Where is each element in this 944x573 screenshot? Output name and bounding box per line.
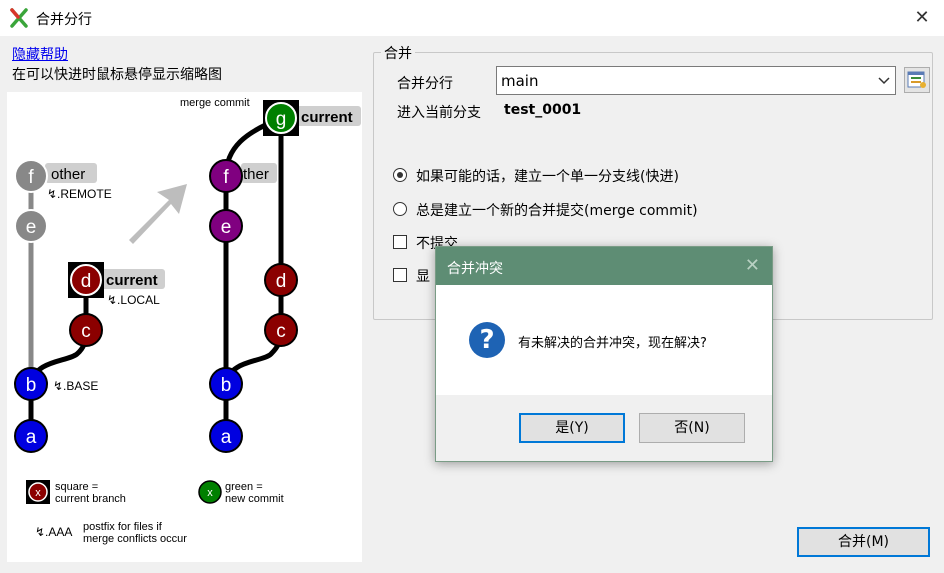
legend-green: x green = new commit [198,480,284,505]
svg-text:merge conflicts occur: merge conflicts occur [83,533,187,545]
tag-current-left: current [106,272,158,289]
question-icon: ? [469,322,505,358]
commit-a-right: a [209,419,243,453]
svg-text:f: f [28,167,34,188]
commit-e-right: e [209,209,243,243]
browse-refs-button[interactable] [904,67,930,93]
svg-text:d: d [276,271,287,292]
svg-text:↯.AAA: ↯.AAA [35,525,72,539]
svg-text:x: x [207,487,213,499]
svg-text:e: e [26,217,37,238]
into-branch-value: test_0001 [504,102,582,118]
svg-text:b: b [221,375,232,396]
dialog-message: 有未解决的合并冲突，现在解决? [518,336,707,351]
commit-f-left: f [14,159,48,193]
tag-current-right: current [301,109,353,126]
legend-postfix: ↯.AAA postfix for files if merge conflic… [35,521,187,545]
tag-other: other [51,166,85,183]
merge-diagram: merge commit other ↯.REMOTE current ↯.LO… [7,92,362,562]
svg-text:new commit: new commit [225,493,284,505]
svg-text:a: a [26,427,37,448]
svg-text:e: e [221,217,232,238]
tag-local: ↯.LOCAL [107,293,160,307]
show-option-label[interactable]: 显 [416,266,430,286]
commit-d-right: d [264,263,298,297]
commit-c-left: c [69,313,103,347]
close-icon[interactable]: ✕ [912,8,932,28]
tag-remote: ↯.REMOTE [47,187,112,201]
yes-button[interactable]: 是(Y) [519,413,625,443]
legend-square: x square = current branch [26,480,126,505]
svg-text:a: a [221,427,232,448]
merge-conflict-dialog: 合并冲突 ✕ ? 有未解决的合并冲突，现在解决? 是(Y) 否(N) [435,246,773,462]
commit-b-right: b [209,367,243,401]
svg-text:current branch: current branch [55,493,126,505]
svg-text:f: f [223,167,229,188]
branch-label: 合并分行 [397,76,453,92]
branch-combo[interactable]: main [496,66,896,95]
svg-text:d: d [81,271,92,292]
show-option-checkbox[interactable] [393,268,407,282]
commit-f-right: f [209,159,243,193]
into-branch-label: 进入当前分支 [397,105,481,121]
commit-d-left: d [68,262,104,298]
merge-commit-label: merge commit [180,97,250,109]
dialog-header: 合并冲突 ✕ [436,247,772,285]
dialog-body: ? 有未解决的合并冲突，现在解决? [436,285,772,395]
always-commit-label[interactable]: 总是建立一个新的合并提交(merge commit) [416,200,698,220]
svg-text:green =: green = [225,481,263,493]
browse-refs-icon [907,71,926,88]
tag-base: ↯.BASE [53,379,98,393]
branch-combo-value: main [501,72,539,90]
dialog-close-icon[interactable]: ✕ [745,256,760,276]
commit-b-left: b [14,367,48,401]
merge-group-title: 合并 [381,43,415,63]
chevron-down-icon[interactable] [877,73,891,87]
commit-a-left: a [14,419,48,453]
svg-text:c: c [81,321,91,342]
svg-text:x: x [35,487,41,499]
no-commit-checkbox[interactable] [393,235,407,249]
help-hint: 在可以快进时鼠标悬停显示缩略图 [12,67,222,83]
svg-text:c: c [276,321,286,342]
merge-button[interactable]: 合并(M) [797,527,930,557]
tag-other-right: ther [243,166,269,183]
window-title: 合并分行 [36,12,92,28]
merge-diagram-svg: merge commit other ↯.REMOTE current ↯.LO… [14,97,361,545]
no-button[interactable]: 否(N) [639,413,745,443]
svg-text:postfix for files if: postfix for files if [83,521,163,533]
svg-text:g: g [276,109,287,130]
dialog-title: 合并冲突 [447,261,503,277]
fast-forward-label[interactable]: 如果可能的话，建立一个单一分支线(快进) [416,166,679,186]
arrow-icon [129,184,187,244]
commit-g-right: g [263,100,299,136]
commit-e-left: e [14,209,48,243]
svg-text:b: b [26,375,37,396]
tortoisegit-icon [10,8,28,28]
svg-text:square =: square = [55,481,98,493]
fast-forward-radio[interactable] [393,168,407,182]
always-commit-radio[interactable] [393,202,407,216]
title-bar: 合并分行 ✕ [0,0,944,36]
commit-c-right: c [264,313,298,347]
hide-help-link[interactable]: 隐藏帮助 [12,44,68,64]
